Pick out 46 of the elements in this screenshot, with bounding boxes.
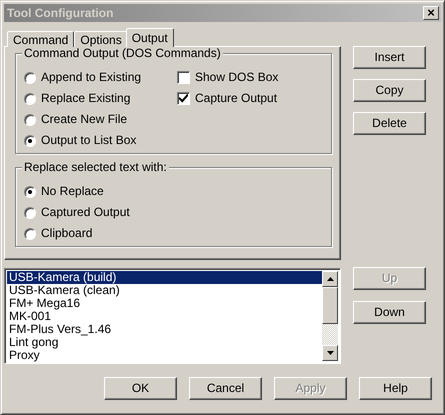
push-button[interactable]: OK [104,377,177,400]
radio-option[interactable]: Create New File [24,109,177,130]
radio-option[interactable]: Clipboard [24,223,323,244]
list-item[interactable]: FM-Plus Vers_1.46 [7,323,322,336]
checkbox[interactable] [177,92,190,105]
radio-button[interactable] [24,114,36,126]
radio-option[interactable]: Replace Existing [24,88,177,109]
list-item[interactable]: Proxy [7,349,322,362]
radio-button[interactable] [24,72,36,84]
push-button[interactable]: Insert [353,46,426,69]
up-arrow-icon [326,277,334,281]
radio-button[interactable] [24,186,36,198]
checkbox-option[interactable]: Capture Output [177,88,278,109]
tab[interactable]: Output [126,28,174,47]
radio-option[interactable]: Output to List Box [24,130,177,151]
push-button[interactable]: Copy [353,79,426,102]
list-item[interactable]: MK-001 [7,310,322,323]
radio-option[interactable]: Captured Output [24,202,323,223]
group-title: Command Output (DOS Commands) [22,47,223,60]
close-button[interactable]: × [423,6,439,20]
push-button[interactable]: Help [359,377,432,400]
scroll-thumb[interactable] [322,287,338,324]
group-title: Replace selected text with: [22,161,169,174]
push-button[interactable]: Down [353,301,426,324]
check-mark-icon [179,94,188,103]
tab[interactable]: Options [74,31,128,47]
scroll-up-button[interactable] [322,271,338,287]
push-button[interactable]: Cancel [189,377,262,400]
radio-option[interactable]: Append to Existing [24,67,177,88]
list-item[interactable]: Lint gong [7,336,322,349]
scrollbar[interactable] [322,271,338,361]
radio-button[interactable] [24,134,36,146]
down-arrow-icon [326,351,334,355]
scroll-down-button[interactable] [322,345,338,361]
tab[interactable]: Command [7,31,74,47]
radio-button[interactable] [24,228,36,240]
window-title: Tool Configuration [7,6,114,20]
list-item[interactable]: USB-Kamera (clean) [7,284,322,297]
push-button[interactable]: Delete [353,112,426,135]
radio-button[interactable] [24,92,36,104]
radio-option[interactable]: No Replace [24,181,323,202]
list-item[interactable]: FM+ Mega16 [7,297,322,310]
checkbox-option[interactable]: Show DOS Box [177,67,278,88]
radio-button[interactable] [24,206,36,218]
checkbox[interactable] [177,71,190,84]
list-item[interactable]: USB-Kamera (build) [7,271,322,284]
